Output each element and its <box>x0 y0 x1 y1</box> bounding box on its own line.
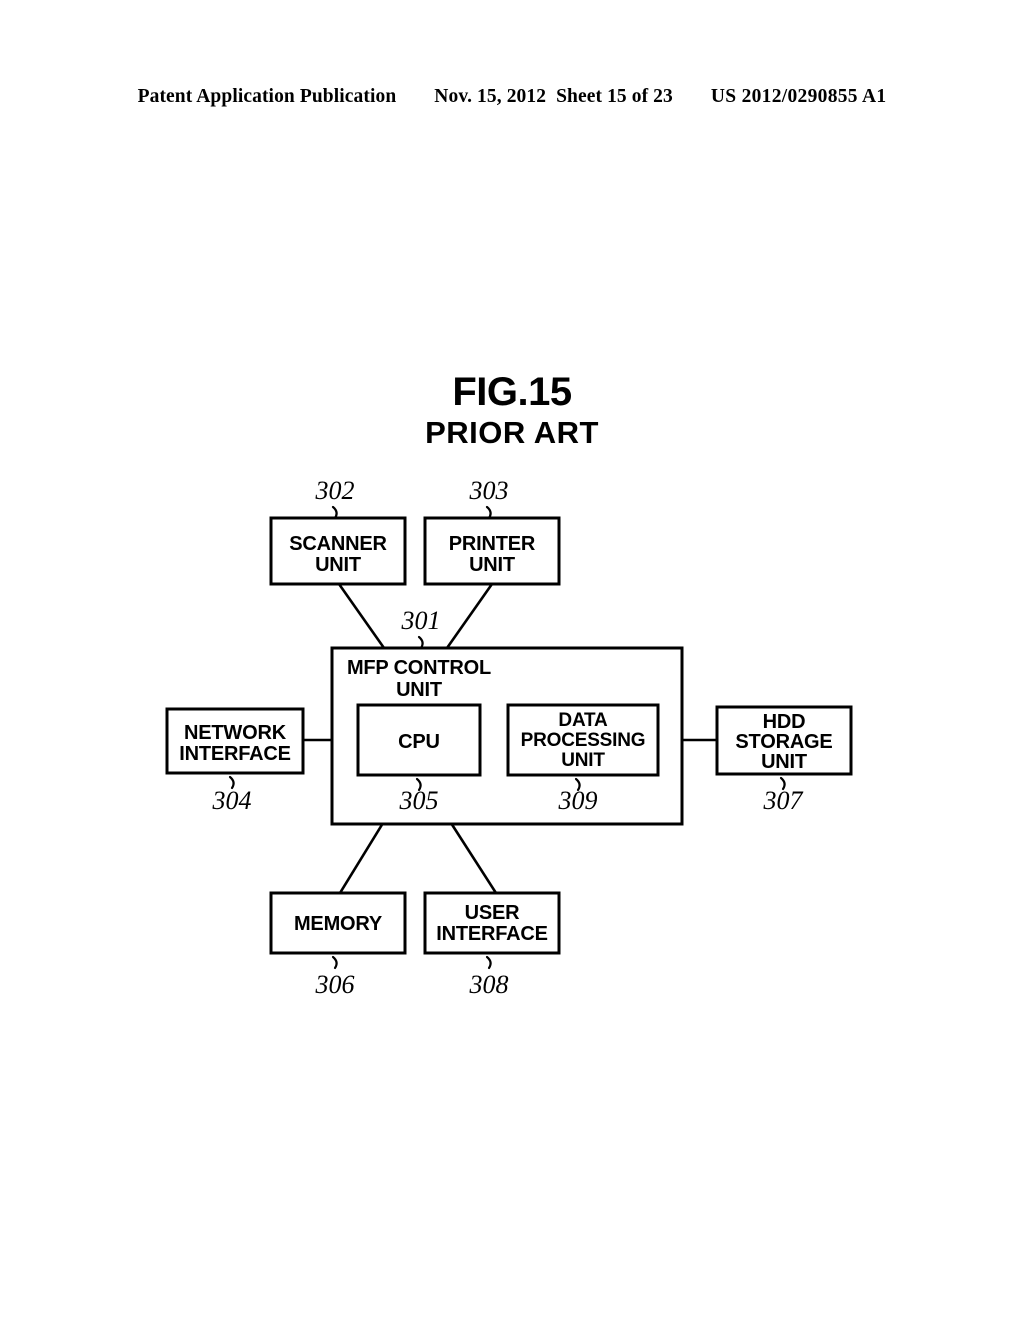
block-mfp-control-unit-label-line1: MFP CONTROL <box>347 657 491 679</box>
block-network-interface[interactable]: NETWORK INTERFACE <box>165 707 305 775</box>
block-cpu-label: CPU <box>398 731 440 753</box>
block-user-interface[interactable]: USER INTERFACE <box>423 891 561 955</box>
ref-number-307-group: 307 <box>763 776 804 815</box>
ref-number-302-group: 302 <box>315 476 355 520</box>
connector-printer-to-mfp <box>445 583 494 649</box>
leader-line-308 <box>485 955 492 970</box>
connector-mfp-to-user-interface <box>449 822 498 894</box>
block-printer-unit-label-line1: PRINTER <box>449 533 536 555</box>
connector-mfp-to-memory <box>338 822 385 894</box>
block-scanner-unit[interactable]: SCANNER UNIT <box>269 516 407 586</box>
block-hdd-storage-unit-label-line3: UNIT <box>761 751 807 773</box>
ref-number-302: 302 <box>315 476 355 505</box>
ref-number-304-group: 304 <box>212 775 252 815</box>
block-user-interface-label-line1: USER <box>465 902 521 924</box>
ref-number-306-group: 306 <box>315 955 355 999</box>
ref-number-301: 301 <box>401 606 441 635</box>
block-network-interface-label-line2: INTERFACE <box>179 743 291 765</box>
ref-number-303: 303 <box>469 476 509 505</box>
block-user-interface-label-line2: INTERFACE <box>436 923 548 945</box>
ref-number-304: 304 <box>212 786 252 815</box>
ref-number-303-group: 303 <box>469 476 509 520</box>
mfp-block-diagram: MFP CONTROL UNIT 301 CPU 305 DATA PROCES… <box>165 476 853 999</box>
leader-line-302 <box>331 505 338 520</box>
ref-number-301-group: 301 <box>401 606 441 650</box>
block-hdd-storage-unit-label-line1: HDD <box>763 711 806 733</box>
block-printer-unit-label-line2: UNIT <box>469 554 515 576</box>
block-cpu[interactable]: CPU <box>356 703 482 777</box>
block-data-processing-unit-label-line2: PROCESSING <box>521 730 646 751</box>
ref-number-307: 307 <box>763 786 804 815</box>
leader-line-303 <box>485 505 492 520</box>
block-mfp-control-unit-label-line2: UNIT <box>396 679 442 701</box>
block-data-processing-unit-label-line1: DATA <box>558 710 608 731</box>
block-scanner-unit-label-line2: UNIT <box>315 554 361 576</box>
leader-line-301 <box>417 635 424 650</box>
block-hdd-storage-unit[interactable]: HDD STORAGE UNIT <box>715 705 853 776</box>
block-memory[interactable]: MEMORY <box>269 891 407 955</box>
ref-number-308: 308 <box>469 970 509 999</box>
ref-number-306: 306 <box>315 970 355 999</box>
block-data-processing-unit[interactable]: DATA PROCESSING UNIT <box>506 703 660 777</box>
block-scanner-unit-label-line1: SCANNER <box>289 533 387 555</box>
block-hdd-storage-unit-label-line2: STORAGE <box>735 731 832 753</box>
block-memory-label: MEMORY <box>294 913 383 935</box>
block-data-processing-unit-label-line3: UNIT <box>561 750 605 771</box>
leader-line-306 <box>331 955 338 970</box>
connector-scanner-to-mfp <box>337 583 386 649</box>
block-network-interface-label-line1: NETWORK <box>184 722 287 744</box>
ref-number-308-group: 308 <box>469 955 509 999</box>
block-printer-unit[interactable]: PRINTER UNIT <box>423 516 561 586</box>
